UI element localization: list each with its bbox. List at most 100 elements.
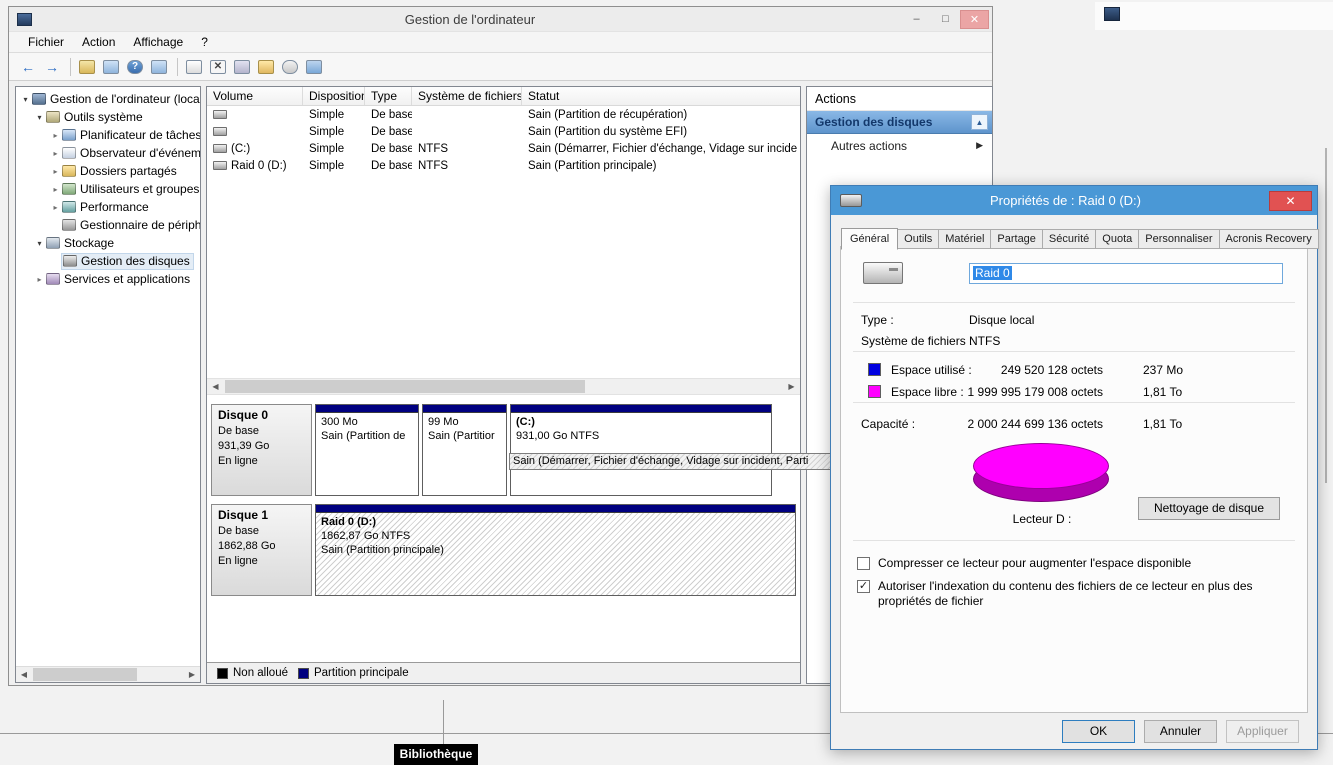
tree-item-stockage[interactable]: ▾ Stockage (18, 234, 200, 252)
expand-arrow-icon[interactable]: ▾ (20, 95, 31, 104)
drive-d-label: Lecteur D : (1012, 512, 1072, 526)
general-tab-page: Raid 0 Type : Disque local Système de fi… (840, 246, 1308, 713)
expand-arrow-icon[interactable]: ▸ (50, 131, 61, 140)
expand-arrow-icon[interactable]: ▸ (34, 275, 45, 284)
menu-fichier[interactable]: Fichier (19, 33, 73, 51)
scrollbar-thumb[interactable] (225, 380, 585, 393)
apply-button[interactable]: Appliquer (1226, 720, 1299, 743)
menu-bar: Fichier Action Affichage ? (9, 31, 992, 53)
expand-arrow-icon[interactable]: ▾ (34, 113, 45, 122)
menu-action[interactable]: Action (73, 33, 124, 51)
view-list-icon[interactable] (151, 59, 167, 74)
menu-affichage[interactable]: Affichage (124, 33, 192, 51)
tree-item-gestionnaire-peripheriques[interactable]: Gestionnaire de périphé (18, 216, 200, 234)
used-space-human: 237 Mo (1143, 363, 1184, 377)
tab-materiel[interactable]: Matériel (939, 229, 992, 249)
export-list-icon[interactable] (186, 59, 202, 74)
volume-row[interactable]: (C:) Simple De base NTFS Sain (Démarrer,… (207, 140, 800, 157)
filesystem-label: Système de fichiers : (861, 334, 973, 348)
tab-general[interactable]: Général (841, 228, 899, 250)
console-tree-icon[interactable] (103, 59, 119, 74)
delete-icon[interactable]: ✕ (210, 59, 226, 74)
volume-row[interactable]: Simple De base Sain (Partition du systèm… (207, 123, 800, 140)
tree-item-root[interactable]: ▾ Gestion de l'ordinateur (local) (18, 90, 200, 108)
volume-list-header: Volume Disposition Type Système de fichi… (207, 87, 800, 106)
dialog-close-button[interactable]: ✕ (1269, 190, 1312, 211)
collapse-chevron-icon[interactable]: ▲ (971, 114, 988, 130)
partition-c[interactable]: (C:) 931,00 Go NTFS (510, 404, 772, 496)
scroll-right-icon[interactable]: ▶ (184, 667, 200, 682)
partition-color-band (511, 405, 771, 413)
tree-item-performance[interactable]: ▸ Performance (18, 198, 200, 216)
column-header-volume[interactable]: Volume (207, 87, 303, 105)
actions-autres-actions[interactable]: Autres actions ▶ (807, 134, 992, 157)
tab-personnaliser[interactable]: Personnaliser (1139, 229, 1220, 249)
tree-item-services-applications[interactable]: ▸ Services et applications (18, 270, 200, 288)
disk-cleanup-button[interactable]: Nettoyage de disque (1138, 497, 1280, 520)
tab-partage[interactable]: Partage (991, 229, 1043, 249)
expand-arrow-icon[interactable]: ▸ (50, 167, 61, 176)
task-scheduler-icon (62, 129, 76, 141)
tree-item-outils-systeme[interactable]: ▾ Outils système (18, 108, 200, 126)
compress-checkbox[interactable] (857, 557, 870, 570)
tab-quota[interactable]: Quota (1096, 229, 1140, 249)
used-space-swatch (868, 363, 881, 376)
expand-arrow-icon[interactable]: ▸ (50, 149, 61, 158)
dialog-title-bar[interactable]: Propriétés de : Raid 0 (D:) ✕ (831, 186, 1317, 215)
cancel-button[interactable]: Annuler (1144, 720, 1217, 743)
index-checkbox[interactable]: ✓ (857, 580, 870, 593)
tree-item-utilisateurs[interactable]: ▸ Utilisateurs et groupes l (18, 180, 200, 198)
tab-outils[interactable]: Outils (898, 229, 940, 249)
chevron-right-icon: ▶ (976, 140, 983, 150)
disk-0-header[interactable]: Disque 0 De base 931,39 Go En ligne (211, 404, 312, 496)
tree-item-observateur[interactable]: ▸ Observateur d'événeme (18, 144, 200, 162)
scroll-left-icon[interactable]: ◀ (16, 667, 32, 682)
chart-icon[interactable] (306, 59, 322, 74)
tab-acronis-recovery[interactable]: Acronis Recovery (1219, 229, 1319, 249)
disk-1-header[interactable]: Disque 1 De base 1862,88 Go En ligne (211, 504, 312, 596)
volume-icon (213, 110, 227, 119)
volume-row[interactable]: Raid 0 (D:) Simple De base NTFS Sain (Pa… (207, 157, 800, 174)
expand-arrow-icon[interactable]: ▸ (50, 185, 61, 194)
scrollbar-thumb[interactable] (33, 668, 137, 681)
services-applications-icon (46, 273, 60, 285)
open-folder-icon[interactable] (258, 59, 274, 74)
scroll-right-icon[interactable]: ▶ (783, 379, 800, 394)
help-icon[interactable]: ? (127, 59, 143, 74)
partition-efi[interactable]: 99 Mo Sain (Partitior (422, 404, 507, 496)
partition-c-status-tooltip: Sain (Démarrer, Fichier d'échange, Vidag… (509, 453, 839, 470)
partition-raid0-d[interactable]: Raid 0 (D:) 1862,87 Go NTFS Sain (Partit… (315, 504, 796, 596)
minimize-button[interactable]: – (902, 10, 931, 29)
tree-item-planificateur[interactable]: ▸ Planificateur de tâches (18, 126, 200, 144)
scroll-left-icon[interactable]: ◀ (207, 379, 224, 394)
separator (853, 402, 1295, 403)
maximize-button[interactable]: □ (931, 10, 960, 29)
column-header-systeme-fichiers[interactable]: Système de fichiers (412, 87, 522, 105)
actions-group-gestion-des-disques[interactable]: Gestion des disques ▲ (807, 111, 992, 134)
back-icon[interactable]: ← (17, 57, 39, 77)
search-icon[interactable] (282, 59, 298, 74)
title-bar[interactable]: Gestion de l'ordinateur – □ ✕ (9, 7, 992, 31)
menu-help[interactable]: ? (192, 33, 217, 51)
column-header-type[interactable]: Type (365, 87, 412, 105)
column-header-disposition[interactable]: Disposition (303, 87, 365, 105)
ok-button[interactable]: OK (1062, 720, 1135, 743)
column-header-statut[interactable]: Statut (522, 87, 800, 105)
forward-icon[interactable]: → (41, 57, 63, 77)
volume-list-horizontal-scrollbar[interactable]: ◀ ▶ (207, 378, 800, 395)
tree-item-gestion-des-disques[interactable]: Gestion des disques (18, 252, 200, 270)
volume-row[interactable]: Simple De base Sain (Partition de récupé… (207, 106, 800, 123)
expand-arrow-icon[interactable]: ▾ (34, 239, 45, 248)
tab-securite[interactable]: Sécurité (1042, 229, 1097, 249)
close-button[interactable]: ✕ (960, 9, 989, 29)
tree-item-dossiers-partages[interactable]: ▸ Dossiers partagés (18, 162, 200, 180)
partition-recovery[interactable]: 300 Mo Sain (Partition de (315, 404, 419, 496)
volume-label-input[interactable]: Raid 0 (969, 263, 1283, 284)
volume-list-panel: Volume Disposition Type Système de fichi… (206, 86, 801, 684)
expand-arrow-icon[interactable]: ▸ (50, 203, 61, 212)
tree-horizontal-scrollbar[interactable]: ◀ ▶ (16, 666, 200, 682)
disk-1-row: Disque 1 De base 1862,88 Go En ligne Rai… (211, 504, 796, 596)
properties-icon[interactable] (234, 59, 250, 74)
up-level-icon[interactable] (79, 59, 95, 74)
shared-folders-icon (62, 165, 76, 177)
